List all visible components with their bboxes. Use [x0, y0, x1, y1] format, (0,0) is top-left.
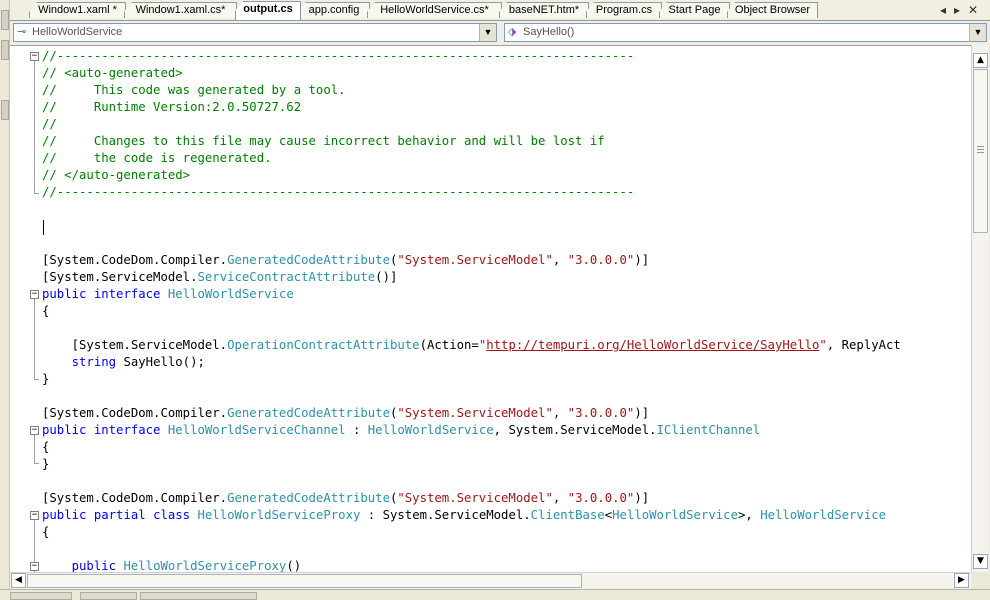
code-line[interactable]: { — [42, 303, 901, 320]
code-editor[interactable]: − − − − − //----------------------------… — [10, 45, 971, 573]
chevron-down-icon[interactable]: ▼ — [479, 24, 496, 41]
outline-end — [34, 379, 39, 380]
document-tab-bar: Window1.xaml * Window1.xaml.cs* output.c… — [10, 0, 990, 21]
horizontal-scroll-thumb[interactable] — [27, 574, 582, 588]
code-line[interactable] — [42, 388, 901, 405]
code-line[interactable]: public partial class HelloWorldServicePr… — [42, 507, 901, 524]
scrollbar-corner — [971, 572, 990, 588]
tab-program-cs[interactable]: Program.cs — [586, 2, 662, 18]
collapse-region-icon[interactable]: − — [30, 426, 39, 435]
vertical-scrollbar[interactable]: ▲ ▼ — [971, 45, 989, 572]
grip-line — [977, 149, 984, 150]
code-text[interactable]: //--------------------------------------… — [42, 48, 901, 573]
code-line[interactable] — [42, 541, 901, 558]
code-line[interactable]: [System.CodeDom.Compiler.GeneratedCodeAt… — [42, 252, 901, 269]
dock-tab-properties[interactable] — [1, 100, 9, 120]
grip-line — [977, 152, 984, 153]
tab-app-config[interactable]: app.config — [298, 2, 370, 18]
code-line[interactable]: { — [42, 524, 901, 541]
tab-object-browser[interactable]: Object Browser — [727, 2, 818, 18]
code-line[interactable] — [42, 320, 901, 337]
code-line[interactable]: { — [42, 439, 901, 456]
class-icon: ⊸ — [17, 26, 27, 38]
member-dropdown[interactable]: ⬗ SayHello() ▼ — [504, 23, 987, 42]
code-line[interactable]: // <auto-generated> — [42, 65, 901, 82]
vertical-scroll-thumb[interactable] — [973, 69, 988, 233]
horizontal-scrollbar[interactable]: ◀ ▶ — [10, 572, 971, 589]
code-line[interactable]: public HelloWorldServiceProxy() — [42, 558, 901, 573]
tab-helloworldservice-cs[interactable]: HelloWorldService.cs* — [367, 2, 502, 18]
member-dropdown-value: SayHello() — [523, 26, 575, 38]
chevron-down-icon[interactable]: ▼ — [969, 24, 986, 41]
code-line[interactable]: // Runtime Version:2.0.50727.62 — [42, 99, 901, 116]
collapse-region-icon[interactable]: − — [30, 52, 39, 61]
collapse-region-icon[interactable]: − — [30, 562, 39, 571]
tab-start-page[interactable]: Start Page — [659, 2, 730, 18]
dock-tab[interactable] — [140, 592, 257, 600]
scroll-left-button[interactable]: ◀ — [11, 573, 26, 588]
type-dropdown[interactable]: ⊸ HelloWorldService ▼ — [13, 23, 497, 42]
editor-gutter — [10, 46, 30, 573]
code-line[interactable] — [42, 218, 901, 235]
code-line[interactable]: // This code was generated by a tool. — [42, 82, 901, 99]
tab-scroll-right-icon[interactable]: ▸ — [950, 3, 964, 17]
collapse-region-icon[interactable]: − — [30, 511, 39, 520]
outline-line — [34, 435, 35, 463]
code-line[interactable]: public interface HelloWorldServiceChanne… — [42, 422, 901, 439]
code-line[interactable]: // Changes to this file may cause incorr… — [42, 133, 901, 150]
code-line[interactable]: [System.ServiceModel.ServiceContractAttr… — [42, 269, 901, 286]
scroll-down-button[interactable]: ▼ — [973, 554, 988, 569]
code-line[interactable]: //--------------------------------------… — [42, 184, 901, 201]
code-line[interactable]: //--------------------------------------… — [42, 48, 901, 65]
method-icon: ⬗ — [508, 26, 517, 38]
dock-tab-toolbox[interactable] — [1, 10, 9, 30]
code-line[interactable]: string SayHello(); — [42, 354, 901, 371]
tab-window1-xaml-cs[interactable]: Window1.xaml.cs* — [124, 2, 237, 18]
code-line[interactable]: [System.CodeDom.Compiler.GeneratedCodeAt… — [42, 405, 901, 422]
grip-line — [977, 146, 984, 147]
left-dock-strip — [0, 0, 10, 597]
close-icon[interactable]: ✕ — [966, 3, 980, 17]
tab-output-cs[interactable]: output.cs — [235, 1, 301, 20]
code-line[interactable]: // the code is regenerated. — [42, 150, 901, 167]
code-line[interactable] — [42, 201, 901, 218]
code-line[interactable]: [System.ServiceModel.OperationContractAt… — [42, 337, 901, 354]
code-line[interactable]: // — [42, 116, 901, 133]
scroll-up-button[interactable]: ▲ — [973, 53, 988, 68]
outline-end — [34, 463, 39, 464]
dock-tab[interactable] — [80, 592, 137, 600]
outline-end — [34, 193, 39, 194]
code-line[interactable] — [42, 473, 901, 490]
code-line[interactable]: // </auto-generated> — [42, 167, 901, 184]
type-dropdown-value: HelloWorldService — [32, 26, 123, 38]
outline-line — [34, 61, 35, 193]
code-line[interactable]: public interface HelloWorldService — [42, 286, 901, 303]
tab-basenet-htm[interactable]: baseNET.htm* — [499, 2, 589, 18]
code-line[interactable]: [System.CodeDom.Compiler.GeneratedCodeAt… — [42, 490, 901, 507]
scroll-right-button[interactable]: ▶ — [954, 573, 969, 588]
code-line[interactable]: } — [42, 456, 901, 473]
outline-line — [34, 299, 35, 379]
tab-scroll-left-icon[interactable]: ◂ — [936, 3, 950, 17]
tab-window1-xaml[interactable]: Window1.xaml * — [29, 2, 126, 18]
code-line[interactable] — [42, 235, 901, 252]
code-line[interactable]: } — [42, 371, 901, 388]
collapse-region-icon[interactable]: − — [30, 290, 39, 299]
dock-tab[interactable] — [10, 592, 72, 600]
dock-tab-server-explorer[interactable] — [1, 40, 9, 60]
navigation-bar: ⊸ HelloWorldService ▼ ⬗ SayHello() ▼ — [10, 21, 990, 45]
